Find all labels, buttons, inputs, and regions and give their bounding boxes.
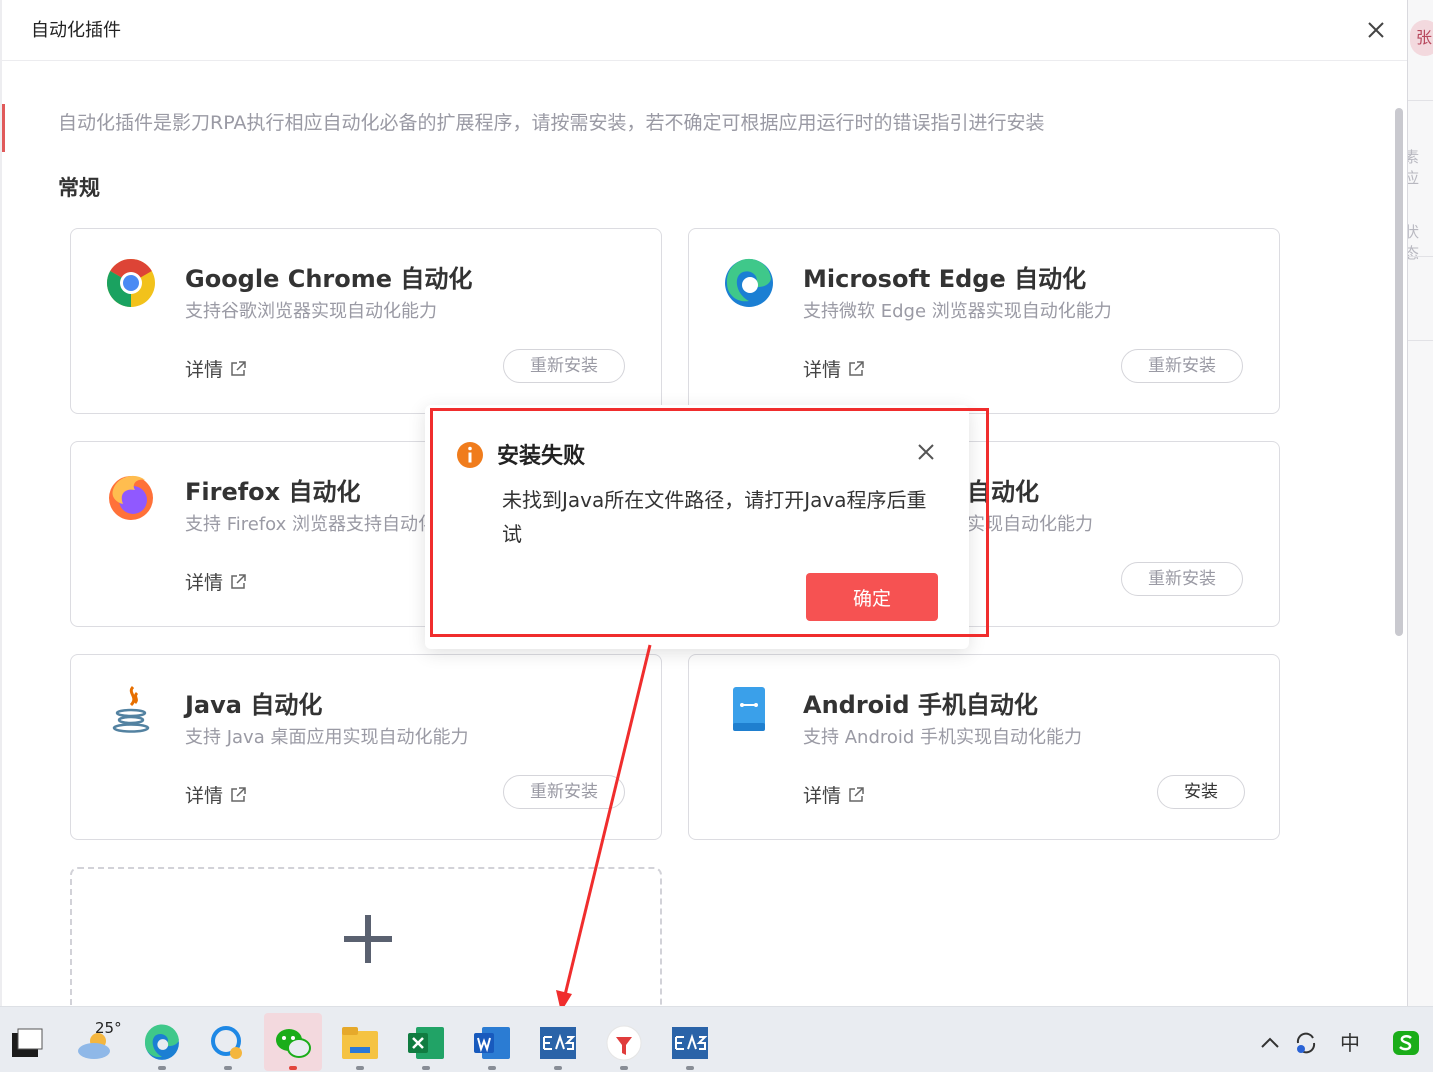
divider [1407, 256, 1433, 257]
running-indicator [224, 1066, 232, 1070]
excel-icon[interactable] [406, 1023, 446, 1063]
file-explorer-icon[interactable] [340, 1023, 380, 1063]
card-title: Android 手机自动化 [803, 691, 1038, 719]
section-title: 常规 [58, 176, 100, 200]
details-link[interactable]: 详情 [803, 781, 865, 808]
details-link[interactable]: 详情 [185, 568, 247, 595]
java-icon [112, 685, 150, 733]
dialog-description: 自动化插件是影刀RPA执行相应自动化必备的扩展程序，请按需安装，若不确定可根据应… [58, 112, 1045, 134]
chat-icon[interactable] [208, 1023, 248, 1063]
external-link-icon [231, 360, 246, 376]
reinstall-button[interactable]: 重新安装 [503, 775, 625, 809]
close-icon[interactable] [915, 441, 937, 463]
card-title: Google Chrome 自动化 [185, 265, 473, 293]
taskbar: 25° 中 [0, 1006, 1433, 1072]
modal-title: 安装失败 [497, 444, 586, 469]
external-link-icon [849, 360, 864, 376]
chevron-up-icon[interactable] [1256, 1029, 1284, 1057]
wechat-icon[interactable] [273, 1023, 313, 1063]
details-label: 详情 [185, 572, 224, 594]
ime-indicator[interactable]: 中 [1336, 1029, 1364, 1057]
dialog-header: 自动化插件 [2, 0, 1407, 61]
sync-icon[interactable] [1292, 1029, 1320, 1057]
details-link[interactable]: 详情 [185, 355, 247, 382]
details-label: 详情 [803, 359, 842, 381]
add-plugin-card[interactable] [70, 867, 662, 1006]
eas-icon[interactable] [538, 1023, 578, 1063]
modal-message: 未找到Java所在文件路径，请打开Java程序后重试 [502, 488, 927, 546]
android-phone-icon [733, 687, 765, 731]
eas-icon[interactable] [670, 1023, 710, 1063]
external-link-icon [231, 573, 246, 589]
plugin-card-android: Android 手机自动化 支持 Android 手机实现自动化能力 详情 安装 [688, 654, 1280, 840]
plugin-card-java: Java 自动化 支持 Java 桌面应用实现自动化能力 详情 重新安装 [70, 654, 662, 840]
word-icon[interactable] [472, 1023, 512, 1063]
card-title: Java 自动化 [185, 691, 323, 719]
install-failed-modal: 安装失败 未找到Java所在文件路径，请打开Java程序后重试 确定 [425, 405, 969, 649]
firefox-icon [109, 475, 153, 520]
card-title: 自动化 [967, 478, 1039, 506]
details-label: 详情 [185, 359, 224, 381]
external-link-icon [231, 786, 246, 802]
details-label: 详情 [803, 785, 842, 807]
edge-taskbar-icon[interactable] [142, 1023, 182, 1063]
close-icon[interactable] [1364, 18, 1388, 42]
running-indicator [356, 1066, 364, 1070]
details-link[interactable]: 详情 [185, 781, 247, 808]
card-subtitle: 支持微软 Edge 浏览器实现自动化能力 [803, 301, 1112, 322]
details-link[interactable]: 详情 [803, 355, 865, 382]
background-text: 素应 [1404, 148, 1420, 187]
plus-icon [344, 915, 392, 963]
user-avatar[interactable]: 张 [1410, 20, 1433, 56]
running-indicator [554, 1066, 562, 1070]
running-indicator [686, 1066, 694, 1070]
plugin-card-chrome: Google Chrome 自动化 支持谷歌浏览器实现自动化能力 详情 重新安装 [70, 228, 662, 414]
info-warning-icon [457, 442, 483, 468]
pin-app-icon[interactable] [604, 1023, 644, 1063]
card-subtitle: 支持谷歌浏览器实现自动化能力 [185, 301, 437, 322]
reinstall-button[interactable]: 重新安装 [1121, 562, 1243, 596]
running-indicator [422, 1066, 430, 1070]
divider [1407, 100, 1433, 101]
sogou-icon[interactable] [1392, 1029, 1420, 1057]
dialog-title: 自动化插件 [31, 20, 121, 41]
start-icon[interactable] [8, 1023, 48, 1063]
card-subtitle: 支持 Android 手机实现自动化能力 [803, 727, 1083, 748]
running-indicator [488, 1066, 496, 1070]
accent-bar [2, 104, 5, 152]
card-title: Firefox 自动化 [185, 478, 361, 506]
running-indicator [158, 1066, 166, 1070]
install-button[interactable]: 安装 [1157, 775, 1245, 809]
card-subtitle: 支持 Firefox 浏览器支持自动化 [185, 514, 437, 535]
external-link-icon [849, 786, 864, 802]
edge-icon [725, 258, 773, 307]
scrollbar[interactable] [1395, 108, 1403, 636]
card-title: Microsoft Edge 自动化 [803, 265, 1087, 293]
divider [1407, 340, 1433, 341]
reinstall-button[interactable]: 重新安装 [503, 349, 625, 383]
weather-temperature: 25° [95, 1019, 122, 1037]
plugin-card-edge: Microsoft Edge 自动化 支持微软 Edge 浏览器实现自动化能力 … [688, 228, 1280, 414]
running-indicator [620, 1066, 628, 1070]
card-subtitle: 实现自动化能力 [967, 514, 1093, 535]
details-label: 详情 [185, 785, 224, 807]
chrome-icon [106, 258, 155, 307]
confirm-button[interactable]: 确定 [806, 573, 938, 621]
reinstall-button[interactable]: 重新安装 [1121, 349, 1243, 383]
running-indicator [289, 1066, 297, 1070]
card-subtitle: 支持 Java 桌面应用实现自动化能力 [185, 727, 469, 748]
